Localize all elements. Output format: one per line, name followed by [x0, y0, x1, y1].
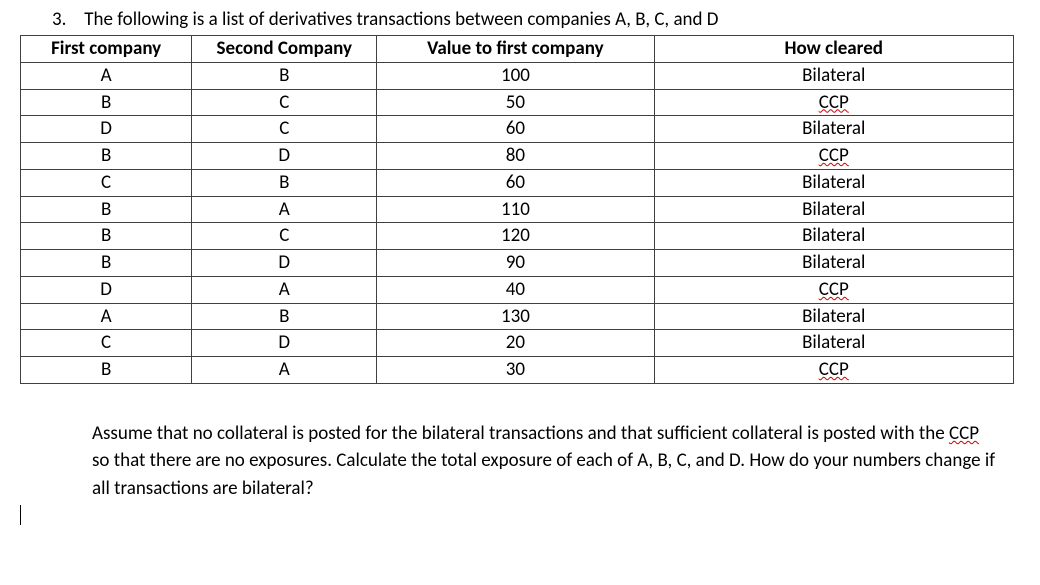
- cell-first-company: B: [21, 357, 192, 384]
- cell-how-cleared: CCP: [654, 357, 1014, 384]
- header-value: Value to first company: [377, 36, 654, 63]
- cell-first-company: A: [21, 303, 192, 330]
- table-row: BA30CCP: [21, 357, 1014, 384]
- cell-how-cleared: Bilateral: [654, 169, 1014, 196]
- header-second-company: Second Company: [192, 36, 377, 63]
- cell-value: 110: [377, 196, 654, 223]
- cell-second-company: C: [192, 89, 377, 116]
- cell-second-company: A: [192, 357, 377, 384]
- cell-value: 60: [377, 116, 654, 143]
- table-row: CD20Bilateral: [21, 330, 1014, 357]
- cell-second-company: C: [192, 223, 377, 250]
- cell-first-company: A: [21, 62, 192, 89]
- cell-first-company: B: [21, 89, 192, 116]
- cell-second-company: B: [192, 303, 377, 330]
- cell-second-company: D: [192, 250, 377, 277]
- transactions-table: First company Second Company Value to fi…: [20, 35, 1014, 384]
- table-row: BC120Bilateral: [21, 223, 1014, 250]
- cell-first-company: B: [21, 143, 192, 170]
- table-row: BD90Bilateral: [21, 250, 1014, 277]
- cell-second-company: A: [192, 276, 377, 303]
- followup-part1: Assume that no collateral is posted for …: [92, 422, 949, 445]
- followup-ccp: CCP: [949, 422, 979, 445]
- cell-value: 80: [377, 143, 654, 170]
- cell-value: 120: [377, 223, 654, 250]
- table-row: DC60Bilateral: [21, 116, 1014, 143]
- cell-how-cleared: Bilateral: [654, 62, 1014, 89]
- cell-value: 20: [377, 330, 654, 357]
- cell-first-company: C: [21, 330, 192, 357]
- cell-second-company: D: [192, 330, 377, 357]
- table-row: BC50CCP: [21, 89, 1014, 116]
- cell-value: 50: [377, 89, 654, 116]
- cell-value: 100: [377, 62, 654, 89]
- table-row: CB60Bilateral: [21, 169, 1014, 196]
- cell-how-cleared: Bilateral: [654, 303, 1014, 330]
- table-row: AB100Bilateral: [21, 62, 1014, 89]
- cell-value: 40: [377, 276, 654, 303]
- table-row: BA110Bilateral: [21, 196, 1014, 223]
- cell-second-company: C: [192, 116, 377, 143]
- cell-how-cleared: CCP: [654, 143, 1014, 170]
- cell-first-company: D: [21, 116, 192, 143]
- header-how-cleared: How cleared: [654, 36, 1014, 63]
- cell-how-cleared: CCP: [654, 89, 1014, 116]
- followup-part2: so that there are no exposures. Calculat…: [92, 449, 995, 500]
- cell-how-cleared: Bilateral: [654, 196, 1014, 223]
- table-row: DA40CCP: [21, 276, 1014, 303]
- cell-value: 130: [377, 303, 654, 330]
- cell-first-company: B: [21, 223, 192, 250]
- question-number: 3.: [52, 8, 80, 31]
- cell-value: 60: [377, 169, 654, 196]
- cell-first-company: D: [21, 276, 192, 303]
- cell-how-cleared: Bilateral: [654, 250, 1014, 277]
- table-header-row: First company Second Company Value to fi…: [21, 36, 1014, 63]
- cell-how-cleared: Bilateral: [654, 116, 1014, 143]
- cell-second-company: B: [192, 169, 377, 196]
- followup-text: Assume that no collateral is posted for …: [92, 420, 996, 503]
- cell-how-cleared: Bilateral: [654, 223, 1014, 250]
- question-text: The following is a list of derivatives t…: [84, 8, 718, 31]
- cell-second-company: D: [192, 143, 377, 170]
- cell-second-company: A: [192, 196, 377, 223]
- cell-first-company: C: [21, 169, 192, 196]
- cell-value: 90: [377, 250, 654, 277]
- header-first-company: First company: [21, 36, 192, 63]
- cell-second-company: B: [192, 62, 377, 89]
- cell-how-cleared: CCP: [654, 276, 1014, 303]
- cell-value: 30: [377, 357, 654, 384]
- table-row: BD80CCP: [21, 143, 1014, 170]
- question-prompt: 3. The following is a list of derivative…: [52, 8, 1020, 31]
- cell-how-cleared: Bilateral: [654, 330, 1014, 357]
- text-cursor: [20, 505, 21, 525]
- table-row: AB130Bilateral: [21, 303, 1014, 330]
- cell-first-company: B: [21, 250, 192, 277]
- cell-first-company: B: [21, 196, 192, 223]
